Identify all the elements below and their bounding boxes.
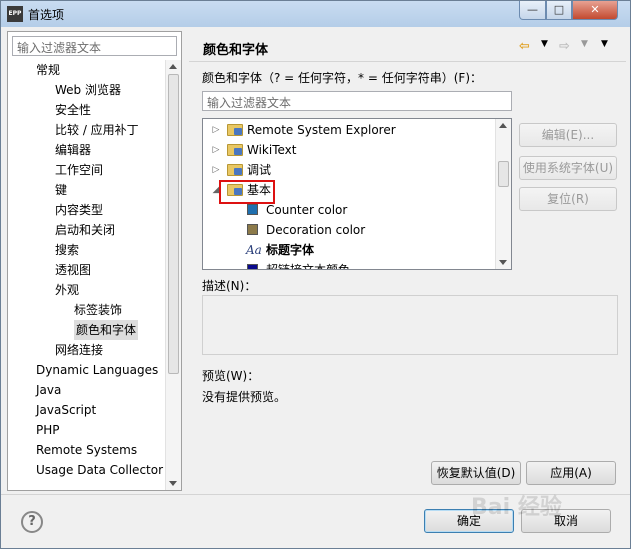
nav-item[interactable]: 搜索 <box>55 240 79 260</box>
tree-row-label: WikiText <box>247 143 297 157</box>
page-title: 颜色和字体 <box>203 43 269 58</box>
preference-page: 颜色和字体 ⇦ ▼ ⇨ ▼ ▼ 颜色和字体（? = 任何字符，* = 任何字符串… <box>189 31 626 491</box>
theme-folder-icon <box>227 144 243 156</box>
nav-item[interactable]: PHP <box>36 420 60 440</box>
tree-row[interactable]: Aa 标题字体 <box>203 240 495 260</box>
baidu-jingyan-watermark: Bai 经验 <box>471 495 562 520</box>
preferences-tree: 常规 Web 浏览器 安全性 比较 / 应用补丁 编辑器 工作空间键内容类型 启动和关闭 搜索… <box>8 60 166 490</box>
close-button[interactable]: ✕ <box>572 1 618 20</box>
theme-folder-icon <box>227 164 243 176</box>
nav-item[interactable]: Java <box>36 380 61 400</box>
view-menu-icon[interactable]: ▼ <box>601 39 608 49</box>
title-bar: EPP 首选项 — □ ✕ <box>1 1 630 27</box>
reset-button[interactable]: 复位(R) <box>519 187 617 211</box>
color-swatch-icon <box>247 264 258 269</box>
nav-item[interactable]: 内容类型 <box>55 200 103 220</box>
nav-item[interactable]: 启动和关闭 <box>55 220 115 240</box>
colors-fonts-tree: ▷ Remote System Explorer ▷ WikiText ▷ 调试 ◢ 基本 Co… <box>202 118 512 270</box>
color-swatch-icon <box>247 204 258 215</box>
nav-item[interactable]: 编辑器 <box>55 140 91 160</box>
preferences-window: EPP 首选项 — □ ✕ 输入过滤器文本 常规 Web 浏览器 安全性 比较 / 应… <box>0 0 631 549</box>
tree-row-label: Remote System Explorer <box>247 123 396 137</box>
nav-item[interactable]: JavaScript <box>36 400 96 420</box>
nav-filter-input[interactable]: 输入过滤器文本 <box>12 36 177 56</box>
expand-twisty-icon[interactable]: ▷ <box>211 160 221 180</box>
tree-scrollbar[interactable] <box>495 119 511 269</box>
header-divider <box>189 61 626 62</box>
nav-item[interactable]: 颜色和字体 <box>74 320 139 340</box>
nav-scrollbar[interactable] <box>165 60 181 490</box>
tree-row-label: 标题字体 <box>266 243 315 257</box>
tree-scroll-down-arrow-icon[interactable] <box>499 260 507 265</box>
colors-fonts-label: 颜色和字体（? = 任何字符，* = 任何字符串）(F)： <box>202 71 483 85</box>
colors-filter-input[interactable]: 输入过滤器文本 <box>202 91 512 111</box>
forward-dropdown-icon[interactable]: ▼ <box>581 39 588 49</box>
restore-defaults-button[interactable]: 恢复默认值(D) <box>431 461 521 485</box>
scroll-down-arrow-icon[interactable] <box>169 481 177 486</box>
window-title: 首选项 <box>28 8 65 22</box>
tree-row[interactable]: ▷ 调试 <box>203 160 495 180</box>
preview-text: 没有提供预览。 <box>202 390 287 404</box>
use-system-font-button[interactable]: 使用系统字体(U) <box>519 156 617 180</box>
nav-item[interactable]: 键 <box>55 180 67 200</box>
font-icon: Aa <box>246 243 262 257</box>
tree-row[interactable]: ▷ WikiText <box>203 140 495 160</box>
minimize-button[interactable]: — <box>519 1 546 20</box>
tree-row-label: Counter color <box>266 203 348 217</box>
nav-item[interactable]: 常规 <box>36 60 60 80</box>
preview-label: 预览(W)： <box>202 369 260 383</box>
tree-row[interactable]: Decoration color <box>203 220 495 240</box>
nav-item[interactable]: 标签装饰 <box>74 300 122 320</box>
tree-scrollbar-thumb[interactable] <box>498 161 509 187</box>
apply-button[interactable]: 应用(A) <box>526 461 616 485</box>
forward-arrow-icon[interactable]: ⇨ <box>559 39 570 54</box>
back-dropdown-icon[interactable]: ▼ <box>541 39 548 49</box>
maximize-button[interactable]: □ <box>546 1 572 20</box>
tree-row-label: Decoration color <box>266 223 366 237</box>
nav-item[interactable]: 外观 <box>55 280 79 300</box>
expand-twisty-icon[interactable]: ▷ <box>211 120 221 140</box>
tree-row-label: 调试 <box>247 163 272 177</box>
back-arrow-icon[interactable]: ⇦ <box>519 39 530 54</box>
nav-item[interactable]: 工作空间 <box>55 160 103 180</box>
nav-item[interactable]: 透视图 <box>55 260 91 280</box>
tree-row[interactable]: ▷ Remote System Explorer <box>203 120 495 140</box>
theme-folder-icon <box>227 124 243 136</box>
description-label: 描述(N)： <box>202 279 257 293</box>
expand-twisty-icon[interactable]: ▷ <box>211 140 221 160</box>
tree-row[interactable]: 超链接文本颜色 <box>203 260 495 270</box>
scroll-up-arrow-icon[interactable] <box>169 64 177 69</box>
help-icon[interactable]: ? <box>21 511 43 533</box>
nav-item[interactable]: Web 浏览器 <box>55 80 121 100</box>
nav-item[interactable]: Dynamic Languages <box>36 360 158 380</box>
description-box <box>202 295 618 355</box>
nav-item[interactable]: 比较 / 应用补丁 <box>55 120 139 140</box>
nav-item[interactable]: Remote Systems <box>36 440 137 460</box>
color-swatch-icon <box>247 224 258 235</box>
nav-item[interactable]: 安全性 <box>55 100 91 120</box>
eclipse-app-icon: EPP <box>7 6 23 22</box>
nav-item[interactable]: 网络连接 <box>55 340 103 360</box>
tree-row-label: 超链接文本颜色 <box>266 263 351 270</box>
nav-item[interactable]: Usage Data Collector <box>36 460 163 480</box>
nav-scrollbar-thumb[interactable] <box>168 74 179 374</box>
highlight-box <box>219 180 275 204</box>
tree-scroll-up-arrow-icon[interactable] <box>499 123 507 128</box>
edit-button[interactable]: 编辑(E)... <box>519 123 617 147</box>
preferences-nav-panel: 输入过滤器文本 常规 Web 浏览器 安全性 比较 / 应用补丁 编辑器 工作空间键内容类… <box>7 31 182 491</box>
